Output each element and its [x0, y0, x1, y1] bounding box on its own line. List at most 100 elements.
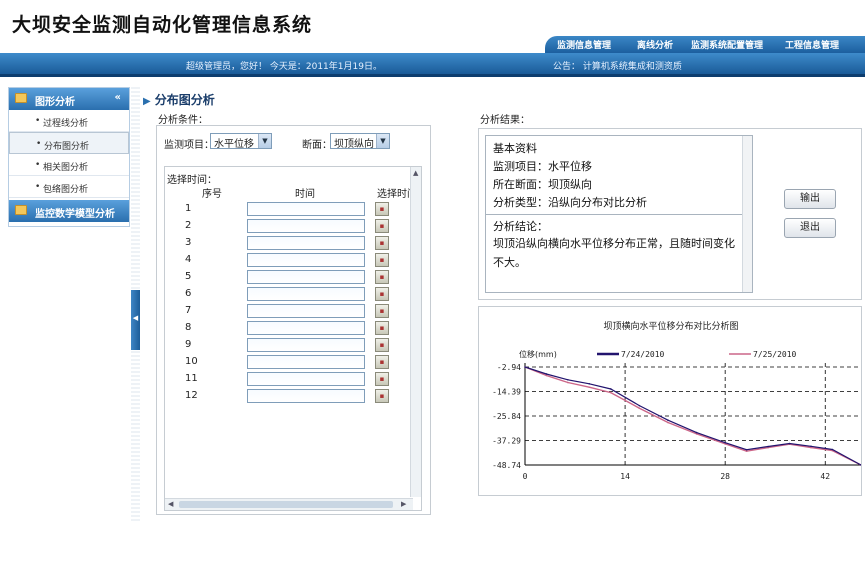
time-input[interactable]: [247, 372, 365, 386]
data-point: [588, 383, 591, 385]
scroll-left-icon[interactable]: ◀: [168, 500, 173, 508]
x-tick-label: 0: [523, 472, 528, 481]
sidebar-group-label: 监控数学模型分析: [35, 209, 115, 220]
result-label: 分析结果：: [480, 115, 530, 126]
data-point: [567, 378, 569, 381]
time-input[interactable]: [247, 355, 365, 369]
bullet-icon: •: [36, 139, 42, 149]
data-point: [545, 374, 548, 377]
row-number: 11: [185, 373, 198, 384]
horizontal-scrollbar[interactable]: ◀ ▶: [165, 498, 413, 510]
triangle-right-icon: ▶: [143, 96, 151, 107]
time-row: 9 ▪: [165, 337, 413, 354]
row-number: 12: [185, 390, 198, 401]
basic-info-title: 基本资料: [493, 142, 537, 155]
y-tick-label: -14.39: [492, 388, 521, 397]
calendar-picker-icon[interactable]: ▪: [375, 338, 389, 352]
section-value: 坝顶纵向: [334, 139, 374, 150]
result-scrollbar[interactable]: [742, 136, 752, 292]
data-point: [609, 388, 612, 390]
output-button[interactable]: 输出: [784, 189, 836, 209]
data-point: [788, 442, 791, 445]
scroll-up-icon[interactable]: ▲: [413, 169, 418, 177]
time-input[interactable]: [247, 287, 365, 301]
calendar-picker-icon[interactable]: ▪: [375, 236, 389, 250]
conclusion-title: 分析结论：: [493, 220, 548, 233]
calendar-picker-icon[interactable]: ▪: [375, 219, 389, 233]
y-tick-label: -48.74: [492, 461, 521, 470]
row-number: 3: [185, 237, 192, 248]
data-point: [831, 448, 834, 451]
result-item-line: 监测项目：水平位移: [493, 160, 592, 173]
x-tick-label: 14: [620, 472, 630, 481]
bullet-icon: •: [35, 160, 41, 170]
data-point: [745, 448, 748, 451]
time-input[interactable]: [247, 389, 365, 403]
calendar-picker-icon[interactable]: ▪: [375, 287, 389, 301]
data-point: [567, 381, 569, 384]
select-time-label: 选择时间：: [167, 175, 217, 186]
calendar-picker-icon[interactable]: ▪: [375, 355, 389, 369]
condition-label: 分析条件：: [158, 115, 208, 126]
sidebar-item-label: 相关图分析: [43, 163, 89, 173]
time-row: 8 ▪: [165, 320, 413, 337]
time-input[interactable]: [247, 338, 365, 352]
y-tick-label: -2.94: [497, 363, 521, 372]
time-input[interactable]: [247, 304, 365, 318]
nav-system-config[interactable]: 监测系统配置管理: [691, 38, 763, 51]
data-point: [810, 445, 812, 448]
collapse-chevron-icon[interactable]: «: [115, 92, 121, 103]
time-input[interactable]: [247, 253, 365, 267]
calendar-picker-icon[interactable]: ▪: [375, 321, 389, 335]
time-input[interactable]: [247, 202, 365, 216]
column-header-seq: 序号: [202, 189, 222, 200]
time-input[interactable]: [247, 219, 365, 233]
data-point: [638, 407, 641, 410]
nav-monitor-info[interactable]: 监测信息管理: [557, 38, 611, 51]
calendar-picker-icon[interactable]: ▪: [375, 202, 389, 216]
time-row: 3 ▪: [165, 235, 413, 252]
result-divider: [486, 214, 744, 215]
result-textarea[interactable]: 基本资料 监测项目：水平位移 所在断面：坝顶纵向 分析类型：沿纵向分布对比分析 …: [485, 135, 753, 293]
sidebar-item-envelope[interactable]: • 包络图分析: [9, 176, 129, 198]
data-point: [524, 366, 526, 368]
section-select[interactable]: 坝顶纵向 ▼: [330, 133, 390, 150]
sidebar-group-math-model[interactable]: 监控数学模型分析: [9, 200, 129, 222]
calendar-picker-icon[interactable]: ▪: [375, 372, 389, 386]
nav-project-info[interactable]: 工程信息管理: [785, 38, 839, 51]
data-point: [638, 404, 641, 407]
sidebar-item-correlation[interactable]: • 相关图分析: [9, 154, 129, 176]
time-input[interactable]: [247, 270, 365, 284]
row-number: 7: [185, 305, 192, 316]
time-input[interactable]: [247, 236, 365, 250]
monitor-item-select[interactable]: 水平位移 ▼: [210, 133, 272, 150]
vertical-scrollbar[interactable]: ▲: [410, 167, 421, 497]
sidebar-group-graph-analysis[interactable]: 图形分析 «: [9, 88, 129, 110]
sidebar-item-process-line[interactable]: • 过程线分析: [9, 110, 129, 132]
exit-button[interactable]: 退出: [784, 218, 836, 238]
dropdown-arrow-icon: ▼: [376, 134, 389, 148]
monitor-item-value: 水平位移: [214, 139, 254, 150]
calendar-picker-icon[interactable]: ▪: [375, 389, 389, 403]
data-point: [667, 421, 669, 424]
calendar-picker-icon[interactable]: ▪: [375, 304, 389, 318]
time-row: 4 ▪: [165, 252, 413, 269]
header: 大坝安全监测自动化管理信息系统 监测信息管理 离线分析 监测系统配置管理 工程信…: [0, 0, 865, 53]
calendar-picker-icon[interactable]: ▪: [375, 253, 389, 267]
time-selection-box: 选择时间： 序号 时间 选择时间 1 ▪ 2 ▪ 3 ▪ 4 ▪ 5 ▪ 6 ▪ 7 ▪ 8 ▪ 9 ▪ 10 ▪ 11…: [164, 166, 422, 511]
result-type-line: 分析类型：沿纵向分布对比分析: [493, 196, 647, 209]
nav-offline-analysis[interactable]: 离线分析: [637, 38, 673, 51]
calendar-picker-icon[interactable]: ▪: [375, 270, 389, 284]
data-point: [545, 373, 548, 375]
time-row: 1 ▪: [165, 201, 413, 218]
scroll-right-icon[interactable]: ▶: [401, 500, 406, 508]
scrollbar-thumb[interactable]: [179, 501, 393, 508]
data-point: [767, 445, 769, 448]
time-input[interactable]: [247, 321, 365, 335]
bullet-icon: •: [35, 116, 41, 126]
sidebar-toggle-handle[interactable]: ◀: [131, 290, 140, 350]
sidebar-item-distribution[interactable]: • 分布图分析: [9, 132, 129, 154]
dropdown-arrow-icon: ▼: [258, 134, 271, 148]
distribution-chart: 坝顶横向水平位移分布对比分析图位移(mm) 7/24/2010 7/25/2010 -…: [492, 320, 861, 481]
row-number: 9: [185, 339, 192, 350]
